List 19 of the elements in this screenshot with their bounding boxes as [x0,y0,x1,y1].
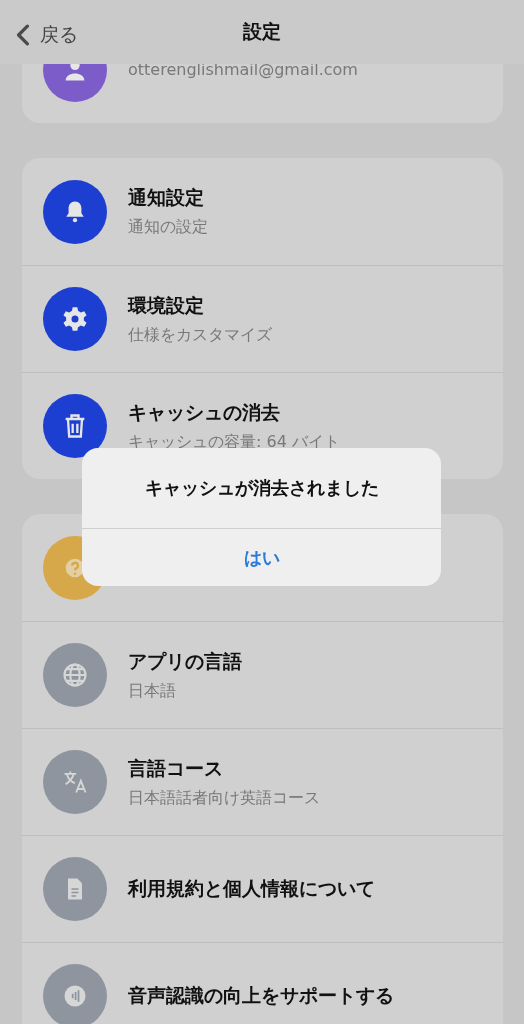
setting-title[interactable]: キャッシュの消去 [128,399,340,426]
alert-message: キャッシュが消去されました [82,448,441,529]
setting-title[interactable]: 利用規約と個人情報について [128,876,375,902]
setting-subtitle: 仕様をカスタマイズ [128,324,272,346]
globe-icon [61,661,89,689]
confirm-button[interactable]: はい [82,529,441,586]
chevron-left-icon [16,24,30,46]
settings-icon [61,305,89,333]
setting-title[interactable]: 通知設定 [128,185,208,211]
setting-title[interactable]: アプリの言語 [128,648,242,675]
setting-title[interactable]: 環境設定 [128,292,272,319]
page-title: 設定 [243,19,281,44]
setting-subtitle: 通知の設定 [128,217,208,238]
setting-subtitle: 日本語 [128,680,177,702]
back-button[interactable]: 戻る [12,18,82,52]
setting-title[interactable]: 言語コース [128,755,320,782]
setting-subtitle: 日本語話者向け英語コース [128,787,320,809]
setting-title[interactable]: 音声認識の向上をサポートする [128,983,394,1009]
setting-subtitle: otterenglishmail@gmail.com [128,60,358,79]
